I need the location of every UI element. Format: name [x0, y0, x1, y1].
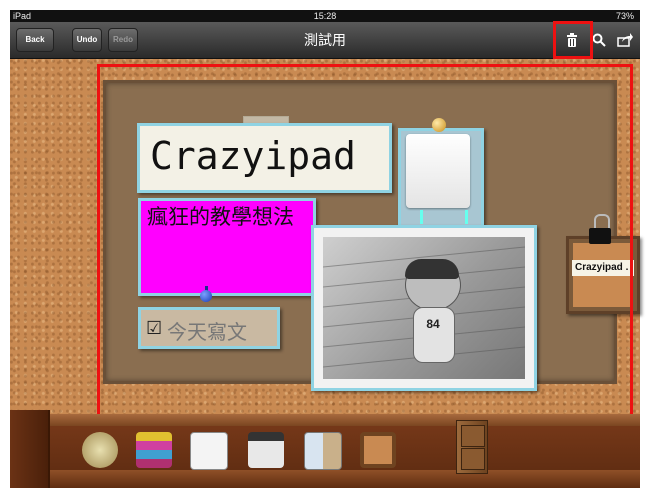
- battery-level: 73%: [615, 11, 634, 21]
- shelf-front: [10, 470, 640, 488]
- books-icon[interactable]: [130, 430, 178, 470]
- frame-icon[interactable]: [354, 430, 402, 470]
- status-time: 15:28: [313, 11, 337, 21]
- highlight-board: [97, 64, 633, 418]
- shelf-top: [10, 414, 640, 426]
- money-icon[interactable]: [76, 430, 124, 470]
- calendar-icon[interactable]: [242, 430, 290, 470]
- page-title: 測試用: [304, 32, 346, 48]
- shelf-left-post: [10, 410, 50, 488]
- brochure-icon[interactable]: [298, 430, 346, 470]
- highlight-trash: [553, 21, 593, 59]
- status-bar: iPad 15:28 73%: [10, 10, 640, 22]
- cabinet-icon[interactable]: [456, 420, 488, 474]
- checklist-icon[interactable]: [184, 430, 232, 470]
- nav-bar: Back Undo Redo 測試用: [10, 22, 640, 59]
- share-icon[interactable]: [614, 29, 636, 51]
